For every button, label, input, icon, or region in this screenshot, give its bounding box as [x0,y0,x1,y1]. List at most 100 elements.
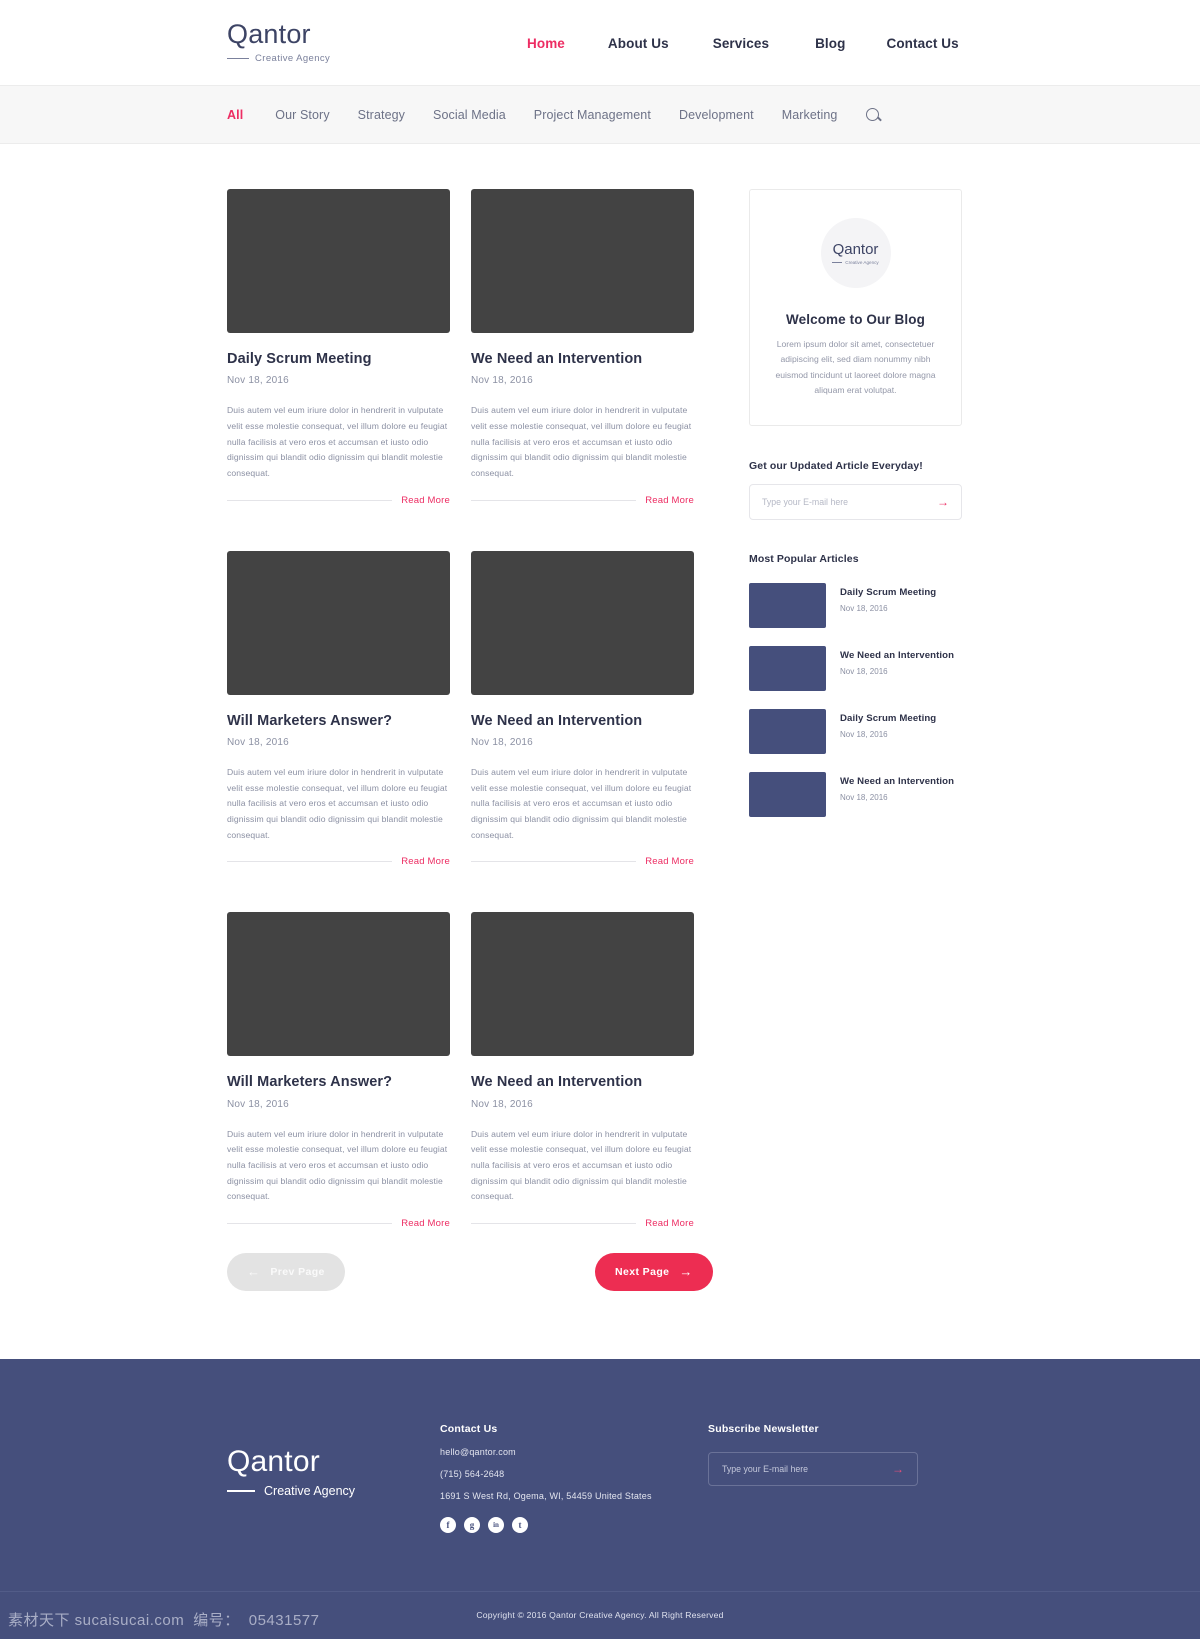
pagination: ← Prev Page Next Page → [227,1252,720,1332]
divider-line [227,861,393,863]
copyright-text: Copyright © 2016 Qantor Creative Agency.… [476,1610,724,1621]
post-title: Will Marketers Answer? [227,1074,393,1091]
popular-article-date: Nov 18, 2016 [840,603,888,613]
blog-card[interactable]: Will Marketers Answer? Nov 18, 2016 Duis… [227,912,450,1229]
footer-subscribe-form[interactable]: → [708,1451,918,1486]
welcome-logo-dash-icon [832,261,843,263]
blog-card[interactable]: We Need an Intervention Nov 18, 2016 Dui… [471,912,694,1229]
footer-newsletter-heading: Subscribe Newsletter [708,1422,819,1435]
footer-logo-column: Qantor Creative Agency [227,1423,440,1533]
popular-article-item[interactable]: Daily Scrum Meeting Nov 18, 2016 [749,708,962,754]
sidebar-subscribe-submit-icon[interactable]: → [937,496,949,508]
read-more-link[interactable]: Read More [401,495,450,506]
popular-article-item[interactable]: Daily Scrum Meeting Nov 18, 2016 [749,582,962,628]
footer-social-links: f g in t [440,1516,708,1533]
arrow-left-icon: ← [247,1264,261,1280]
logo-tagline: Creative Agency [227,53,330,64]
post-excerpt: Duis autem vel eum iriure dolor in hendr… [471,766,692,840]
divider-line [227,499,393,501]
filter-our-story[interactable]: Our Story [275,108,329,122]
read-more-link[interactable]: Read More [401,1218,450,1229]
popular-article-date: Nov 18, 2016 [840,792,888,802]
twitter-icon[interactable]: t [512,1516,528,1533]
nav-item-contact-us[interactable]: Contact Us [886,36,958,51]
category-filter-list: All Our Story Strategy Social Media Proj… [227,108,879,122]
nav-item-home[interactable]: Home [527,36,565,51]
welcome-title: Welcome to Our Blog [786,312,925,327]
post-row: Will Marketers Answer? Nov 18, 2016 Duis… [227,550,720,867]
filter-all[interactable]: All [227,108,243,122]
popular-article-item[interactable]: We Need an Intervention Nov 18, 2016 [749,645,962,691]
footer-subscribe-submit-icon[interactable]: → [892,1463,904,1475]
next-page-button[interactable]: Next Page → [595,1252,713,1291]
popular-article-title: Daily Scrum Meeting [840,712,937,724]
sidebar-subscribe-form[interactable]: → [749,483,962,520]
popular-articles-heading: Most Popular Articles [749,552,859,565]
search-icon [865,108,879,121]
post-footer: Read More [471,1218,694,1229]
post-thumbnail [471,912,694,1057]
logo-wordmark: Qantor [227,19,311,49]
nav-item-services[interactable]: Services [713,36,769,51]
prev-page-label: Prev Page [270,1265,325,1278]
read-more-link[interactable]: Read More [401,856,450,867]
blog-card[interactable]: We Need an Intervention Nov 18, 2016 Dui… [471,189,694,506]
next-page-label: Next Page [615,1265,670,1278]
post-excerpt: Duis autem vel eum iriure dolor in hendr… [227,405,448,478]
google-plus-icon[interactable]: g [464,1516,480,1533]
blog-card[interactable]: Will Marketers Answer? Nov 18, 2016 Duis… [227,550,450,867]
read-more-link[interactable]: Read More [645,1218,694,1229]
post-footer: Read More [227,495,450,506]
blog-card[interactable]: Daily Scrum Meeting Nov 18, 2016 Duis au… [227,189,450,506]
filter-project-management[interactable]: Project Management [534,108,651,122]
prev-page-button[interactable]: ← Prev Page [227,1252,345,1291]
footer-logo-tagline: Creative Agency [227,1484,440,1498]
filter-social-media[interactable]: Social Media [433,108,506,122]
watermark-site: 素材天下 sucaisucai.com [8,1611,185,1629]
welcome-logo-tagline: Creative Agency [832,260,879,265]
popular-article-thumbnail [749,771,826,817]
post-thumbnail [227,912,450,1057]
footer-email[interactable]: hello@qantor.com [440,1447,708,1457]
post-title: We Need an Intervention [471,1074,643,1091]
linkedin-icon[interactable]: in [488,1516,504,1533]
site-logo[interactable]: Qantor Creative Agency [227,21,330,64]
read-more-link[interactable]: Read More [645,856,694,867]
post-footer: Read More [227,856,450,867]
search-button[interactable] [865,108,879,121]
logo-tagline-text: Creative Agency [255,53,331,64]
nav-item-about-us[interactable]: About Us [608,36,669,51]
filter-marketing[interactable]: Marketing [782,108,838,122]
post-footer: Read More [471,495,694,506]
page-root: Qantor Creative Agency Home About Us Ser… [0,0,1200,1639]
logo-dash-icon [227,57,249,60]
nav-item-blog[interactable]: Blog [815,36,845,51]
divider-line [227,1222,393,1224]
popular-article-thumbnail [749,582,826,628]
post-row: Daily Scrum Meeting Nov 18, 2016 Duis au… [227,189,720,506]
footer-contact-heading: Contact Us [440,1422,498,1435]
post-thumbnail [471,550,694,695]
filter-strategy[interactable]: Strategy [358,108,405,122]
footer-phone[interactable]: (715) 564-2648 [440,1469,708,1479]
popular-article-date: Nov 18, 2016 [840,729,888,739]
blog-post-grid: Daily Scrum Meeting Nov 18, 2016 Duis au… [227,144,720,1332]
blog-card[interactable]: We Need an Intervention Nov 18, 2016 Dui… [471,550,694,867]
footer-email-input[interactable] [722,1463,892,1474]
welcome-logo: Qantor Creative Agency [820,218,891,288]
popular-article-item[interactable]: We Need an Intervention Nov 18, 2016 [749,771,962,817]
arrow-right-icon: → [679,1264,693,1280]
watermark-id-value: 05431577 [248,1611,320,1629]
post-excerpt: Duis autem vel eum iriure dolor in hendr… [227,1128,448,1202]
welcome-text: Lorem ipsum dolor sit amet, consectetuer… [775,339,936,396]
footer-logo-wordmark: Qantor [227,1444,320,1478]
divider-line [471,1222,637,1224]
read-more-link[interactable]: Read More [645,495,694,506]
divider-line [471,861,637,863]
facebook-icon[interactable]: f [440,1516,456,1533]
post-title: Daily Scrum Meeting [227,351,372,367]
sidebar-email-input[interactable] [762,496,937,507]
post-date: Nov 18, 2016 [227,375,289,387]
post-footer: Read More [471,856,694,867]
filter-development[interactable]: Development [679,108,754,122]
